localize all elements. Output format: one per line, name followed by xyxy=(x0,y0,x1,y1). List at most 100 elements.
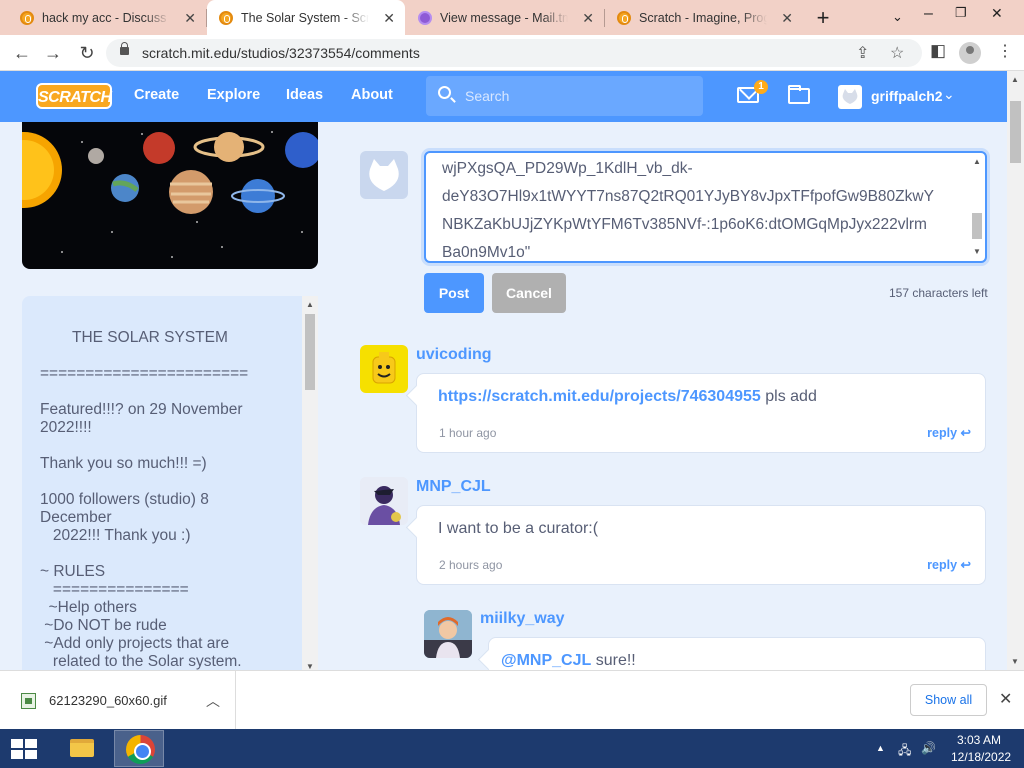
comment-username[interactable]: uvicoding xyxy=(416,346,492,364)
scroll-down-arrow-icon[interactable]: ▼ xyxy=(1011,657,1019,666)
characters-left-counter: 157 characters left xyxy=(889,286,988,300)
description-line: 1000 followers (studio) 8 xyxy=(40,491,209,508)
description-line: related to the Solar system. xyxy=(40,653,242,670)
windows-taskbar: ▲ 🖧 🔊 3:03 AM 12/18/2022 xyxy=(0,729,1024,768)
comment-text: https://scratch.mit.edu/projects/7463049… xyxy=(438,388,817,405)
comment-timestamp: 2 hours ago xyxy=(439,558,503,572)
comment-username[interactable]: MNP_CJL xyxy=(416,478,491,496)
tab-title: hack my acc - Discuss Scratch xyxy=(42,10,170,25)
mention-link[interactable]: @MNP_CJL xyxy=(501,652,591,669)
my-stuff-folder-icon[interactable] xyxy=(788,85,810,104)
share-icon[interactable]: ⇪ xyxy=(856,43,869,63)
show-all-button[interactable]: Show all xyxy=(910,684,987,716)
avatar[interactable] xyxy=(360,345,408,393)
download-file-name: 62123290_60x60.gif xyxy=(49,693,167,708)
nav-explore[interactable]: Explore xyxy=(207,87,260,103)
restore-icon[interactable]: ❐ xyxy=(955,5,967,21)
messages-count-badge: 1 xyxy=(754,80,768,94)
tab-scratch-home[interactable]: Scratch - Imagine, Program, Share ✕ xyxy=(605,0,803,35)
scroll-down-arrow-icon[interactable]: ▼ xyxy=(973,247,981,256)
tab-search-chevron-icon[interactable]: ⌄ xyxy=(892,9,903,25)
chrome-menu-icon[interactable]: ⋮ xyxy=(997,41,1013,61)
close-icon[interactable]: ✕ xyxy=(781,10,793,27)
scroll-up-arrow-icon[interactable]: ▲ xyxy=(1011,75,1019,84)
chrome-icon xyxy=(126,735,155,764)
comment-timestamp: 1 hour ago xyxy=(439,426,497,440)
forward-arrow-icon[interactable]: → xyxy=(41,41,65,65)
comment-username[interactable]: miilky_way xyxy=(480,610,565,628)
side-panel-icon[interactable]: ◧ xyxy=(930,41,946,61)
description-line: Featured!!!? on 29 November xyxy=(40,401,243,418)
studio-title-text: THE SOLAR SYSTEM xyxy=(72,329,228,346)
scroll-up-arrow-icon[interactable]: ▲ xyxy=(306,300,314,309)
scratch-favicon-icon xyxy=(219,10,233,25)
bookmark-star-icon[interactable]: ☆ xyxy=(890,43,904,63)
address-bar[interactable]: scratch.mit.edu/studios/32373554/comment… xyxy=(106,39,922,67)
description-line: ~Do NOT be rude xyxy=(40,617,167,634)
reply-arrow-icon: ↩ xyxy=(960,558,971,572)
nav-about[interactable]: About xyxy=(351,87,393,103)
comment-bubble: I want to be a curator:( 2 hours ago rep… xyxy=(416,505,986,585)
network-icon[interactable]: 🖧 xyxy=(898,741,911,762)
description-line: December xyxy=(40,509,112,526)
scroll-up-arrow-icon[interactable]: ▲ xyxy=(973,157,981,166)
clock-time[interactable]: 3:03 AM xyxy=(957,733,1001,747)
reload-icon[interactable]: ↻ xyxy=(75,41,99,65)
description-line: 2022!!! Thank you :) xyxy=(40,527,191,544)
reply-button[interactable]: reply ↩ xyxy=(927,557,971,572)
window-close-icon[interactable]: ✕ xyxy=(991,5,1003,22)
post-button[interactable]: Post xyxy=(424,273,484,313)
close-icon[interactable]: ✕ xyxy=(582,10,594,27)
chevron-up-icon[interactable]: ︿ xyxy=(206,691,220,711)
compose-line: Ba0n9Mv1o" xyxy=(442,244,531,261)
volume-icon[interactable]: 🔊 xyxy=(921,741,936,755)
tab-mail[interactable]: View message - Mail.tm ✕ xyxy=(406,0,605,35)
avatar[interactable] xyxy=(424,610,472,658)
scratch-favicon-icon xyxy=(617,10,631,25)
description-line: ======================= xyxy=(40,365,249,382)
scrollbar-thumb[interactable] xyxy=(305,314,315,390)
download-bar: 62123290_60x60.gif ︿ Show all ✕ xyxy=(0,670,1024,729)
project-link[interactable]: https://scratch.mit.edu/projects/7463049… xyxy=(438,388,761,405)
nav-create[interactable]: Create xyxy=(134,87,179,103)
nav-username[interactable]: griffpalch2 xyxy=(871,88,943,104)
url-text: scratch.mit.edu/studios/32373554/comment… xyxy=(142,45,420,61)
profile-avatar-icon[interactable] xyxy=(959,42,981,64)
close-icon[interactable]: ✕ xyxy=(999,689,1012,709)
page-scrollbar[interactable]: ▲ ▼ xyxy=(1007,71,1024,670)
description-scrollbar[interactable]: ▲ ▼ xyxy=(302,296,318,671)
user-avatar[interactable] xyxy=(838,85,862,109)
tray-expand-icon[interactable]: ▲ xyxy=(876,743,885,753)
scrollbar-thumb[interactable] xyxy=(972,213,982,239)
scratch-logo[interactable]: SCRATCH xyxy=(36,83,112,109)
textarea-scrollbar[interactable]: ▲ ▼ xyxy=(971,155,983,259)
chevron-down-icon[interactable]: ⌄ xyxy=(943,86,955,103)
comment-text: I want to be a curator:( xyxy=(438,520,599,537)
file-explorer-taskbar-button[interactable] xyxy=(56,730,106,767)
nav-ideas[interactable]: Ideas xyxy=(286,87,323,103)
minimize-icon[interactable]: – xyxy=(924,5,933,23)
description-line: Thank you so much!!! =) xyxy=(40,455,207,472)
search-input[interactable]: Search xyxy=(426,76,703,116)
search-placeholder: Search xyxy=(465,88,510,104)
clock-date[interactable]: 12/18/2022 xyxy=(951,750,1011,764)
browser-tab-strip: hack my acc - Discuss Scratch ✕ The Sola… xyxy=(0,0,1024,35)
windows-start-icon[interactable] xyxy=(11,739,37,759)
back-arrow-icon[interactable]: ← xyxy=(10,41,34,65)
image-file-icon xyxy=(21,693,36,709)
close-icon[interactable]: ✕ xyxy=(184,10,196,27)
scrollbar-thumb[interactable] xyxy=(1010,101,1021,163)
my-avatar xyxy=(360,151,408,199)
chrome-taskbar-button[interactable] xyxy=(114,730,164,767)
new-tab-button[interactable]: + xyxy=(812,5,834,31)
reply-button[interactable]: reply ↩ xyxy=(927,425,971,440)
tab-solar-system[interactable]: The Solar System - Scratch Studio ✕ xyxy=(207,0,405,35)
cancel-button[interactable]: Cancel xyxy=(492,273,566,313)
download-item[interactable]: 62123290_60x60.gif ︿ xyxy=(0,671,236,729)
tab-hack-my-acc[interactable]: hack my acc - Discuss Scratch ✕ xyxy=(8,0,207,35)
studio-thumbnail xyxy=(22,122,318,269)
search-icon xyxy=(438,86,451,99)
close-icon[interactable]: ✕ xyxy=(383,10,395,27)
avatar[interactable] xyxy=(360,477,408,525)
comment-textarea[interactable]: wjPXgsQA_PD29Wp_1KdlH_vb_dk- deY83O7Hl9x… xyxy=(424,151,987,263)
